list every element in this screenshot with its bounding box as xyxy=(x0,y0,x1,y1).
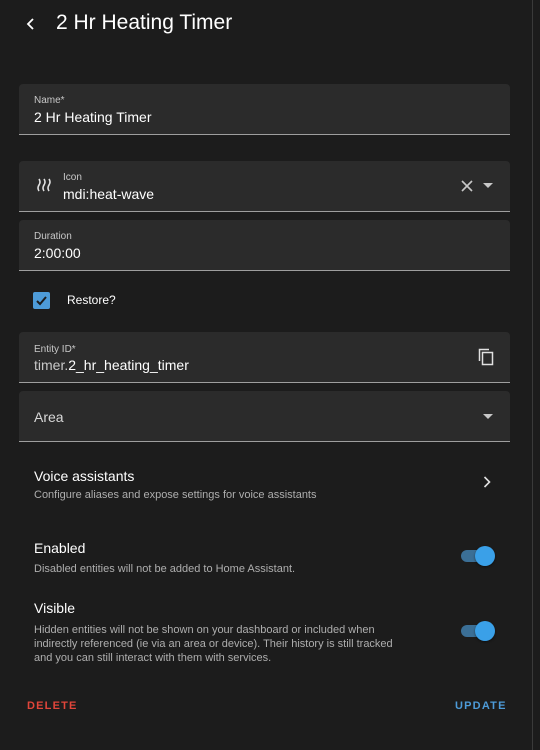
restore-label: Restore? xyxy=(67,293,116,307)
clear-icon[interactable] xyxy=(458,177,476,195)
entity-id-value: timer.2_hr_heating_timer xyxy=(34,357,189,373)
name-field[interactable]: Name* 2 Hr Heating Timer xyxy=(19,84,510,135)
name-field-label: Name* xyxy=(34,95,65,106)
chevron-left-icon xyxy=(26,18,34,30)
visible-toggle[interactable] xyxy=(461,621,495,641)
entity-id-label: Entity ID* xyxy=(34,344,76,355)
entity-id-text: 2_hr_heating_timer xyxy=(68,357,189,373)
icon-field-value: mdi:heat-wave xyxy=(63,186,155,202)
visible-description-line: Hidden entities will not be shown on you… xyxy=(34,624,375,636)
visible-toggle-thumb xyxy=(475,621,495,641)
delete-button[interactable]: DELETE xyxy=(27,700,78,712)
dropdown-arrow-icon[interactable] xyxy=(479,408,497,426)
voice-assistants-description: Configure aliases and expose settings fo… xyxy=(34,489,317,501)
enabled-toggle-thumb xyxy=(475,546,495,566)
entity-settings-dialog: 2 Hr Heating Timer Name* 2 Hr Heating Ti… xyxy=(0,0,533,750)
enabled-title: Enabled xyxy=(34,540,86,556)
voice-assistants-row[interactable]: Voice assistants Configure aliases and e… xyxy=(19,458,510,508)
duration-field-value: 2:00:00 xyxy=(34,245,81,261)
visible-description-line: and you can still interact with them wit… xyxy=(34,652,272,664)
icon-field-label: Icon xyxy=(63,172,82,183)
duration-field-label: Duration xyxy=(34,231,72,242)
voice-assistants-title: Voice assistants xyxy=(34,468,135,484)
icon-picker-field[interactable]: Icon mdi:heat-wave xyxy=(19,161,510,212)
checkmark-icon xyxy=(36,296,47,306)
entity-id-field[interactable]: Entity ID* timer.2_hr_heating_timer xyxy=(19,332,510,383)
update-button[interactable]: UPDATE xyxy=(455,700,507,712)
page-title: 2 Hr Heating Timer xyxy=(56,11,233,34)
duration-field[interactable]: Duration 2:00:00 xyxy=(19,220,510,271)
chevron-right-icon xyxy=(480,475,494,489)
enabled-toggle[interactable] xyxy=(461,546,495,566)
visible-description-line: indirectly referenced (ie via an area or… xyxy=(34,638,393,650)
back-button[interactable] xyxy=(18,11,44,37)
dropdown-arrow-icon[interactable] xyxy=(479,177,497,195)
dialog-header: 2 Hr Heating Timer xyxy=(0,0,532,50)
restore-checkbox[interactable] xyxy=(33,292,50,309)
area-field[interactable]: Area xyxy=(19,391,510,442)
area-field-label: Area xyxy=(34,409,64,425)
enabled-description: Disabled entities will not be added to H… xyxy=(34,563,296,575)
visible-title: Visible xyxy=(34,600,75,616)
entity-id-prefix: timer. xyxy=(34,357,69,373)
copy-icon[interactable] xyxy=(476,347,496,367)
visible-description: Hidden entities will not be shown on you… xyxy=(34,623,444,665)
heat-wave-icon xyxy=(34,175,56,197)
name-field-value: 2 Hr Heating Timer xyxy=(34,109,152,125)
